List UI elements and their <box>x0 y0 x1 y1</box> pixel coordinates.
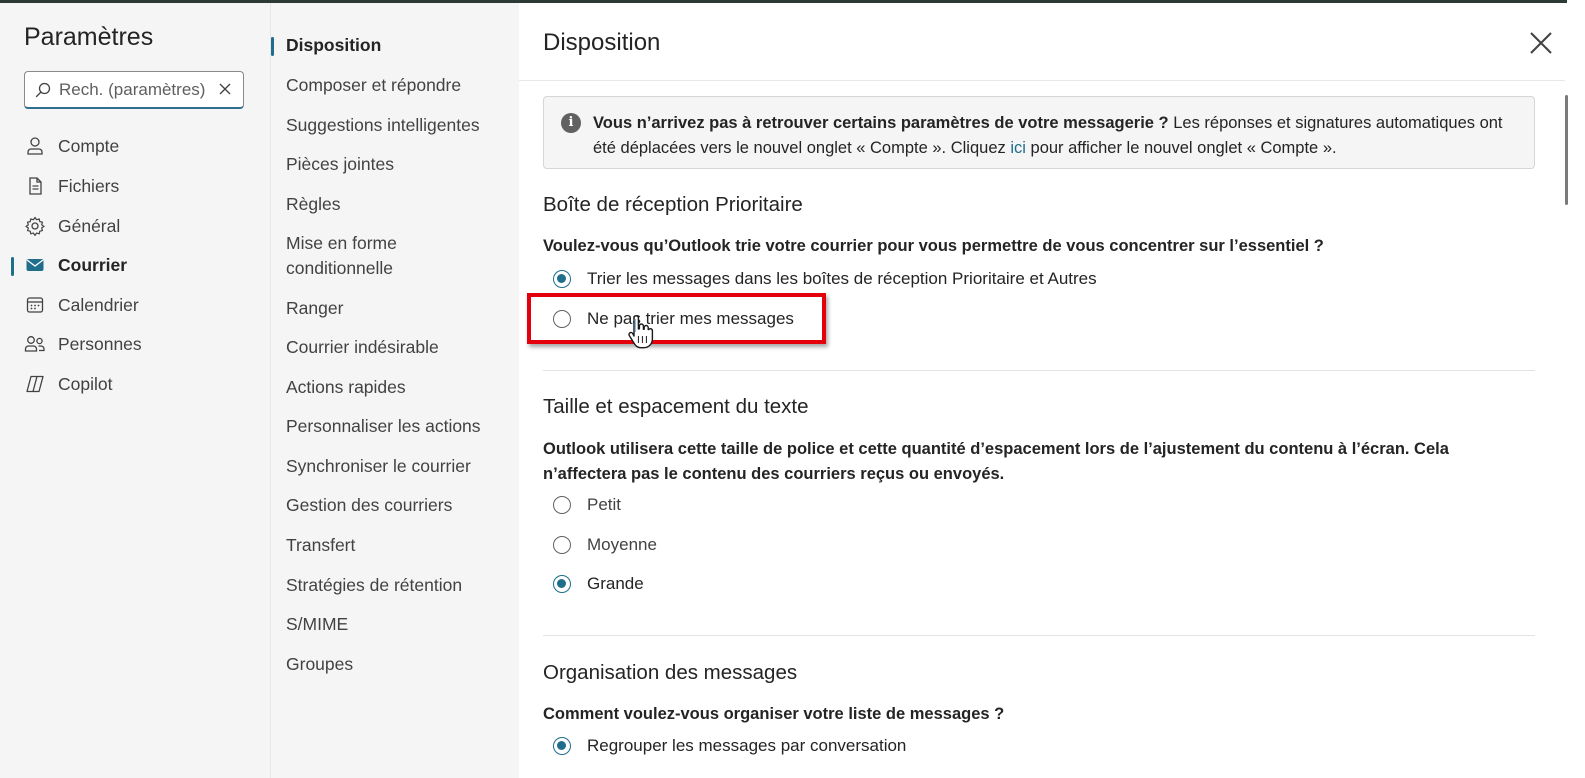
mail-icon <box>24 254 46 276</box>
section-divider <box>543 370 1535 371</box>
radio-label: Grande <box>587 574 644 593</box>
subnav-item-disposition[interactable]: Disposition <box>286 33 506 58</box>
search-input[interactable] <box>59 78 209 102</box>
section-question-textsize: Outlook utilisera cette taille de police… <box>543 440 1449 483</box>
nav-item-label: Général <box>58 215 121 236</box>
info-text: Vous n’arrivez pas à retrouver certains … <box>593 114 1503 157</box>
info-icon: i <box>561 113 581 133</box>
info-banner: i Vous n’arrivez pas à retrouver certain… <box>543 96 1535 169</box>
close-icon[interactable] <box>1527 29 1555 57</box>
nav-active-indicator <box>11 257 14 276</box>
document-icon <box>24 175 46 197</box>
nav-item-calendrier[interactable]: Calendrier <box>24 290 139 320</box>
radio-label: Petit <box>587 495 622 514</box>
gear-icon <box>24 215 46 237</box>
radio-label: Regrouper les messages par conversation <box>587 736 907 755</box>
subnav-item-pieces-jointes[interactable]: Pièces jointes <box>286 152 506 177</box>
nav-item-label: Calendrier <box>58 294 139 315</box>
nav-item-fichiers[interactable]: Fichiers <box>24 171 119 201</box>
settings-content: Disposition i Vous n’arrivez pas à retro… <box>519 3 1565 778</box>
settings-title: Paramètres <box>24 23 154 51</box>
subnav-active-indicator <box>271 37 274 56</box>
nav-item-label: Copilot <box>58 373 113 394</box>
subnav-item-regles[interactable]: Règles <box>286 192 506 217</box>
radio-button[interactable] <box>553 496 571 514</box>
people-icon <box>24 333 46 355</box>
subnav-item-actions-rapides[interactable]: Actions rapides <box>286 375 506 400</box>
nav-item-general[interactable]: Général <box>24 211 120 241</box>
nav-item-label: Fichiers <box>58 175 120 196</box>
section-title-focused: Boîte de réception Prioritaire <box>543 193 803 216</box>
radio-size-petit[interactable]: Petit <box>553 492 621 518</box>
radio-button[interactable] <box>553 575 571 593</box>
radio-size-moyenne[interactable]: Moyenne <box>553 532 657 558</box>
page-title: Disposition <box>543 29 661 56</box>
nav-item-label: Personnes <box>58 333 142 354</box>
nav-item-compte[interactable]: Compte <box>24 131 119 161</box>
radio-group-conversation[interactable]: Regrouper les messages par conversation <box>553 733 906 759</box>
subnav-item-personnaliser-actions[interactable]: Personnaliser les actions <box>286 414 506 439</box>
window-edge <box>1567 0 1585 778</box>
subnav-item-strategies-retention[interactable]: Stratégies de rétention <box>286 573 506 598</box>
info-link[interactable]: ici <box>1010 139 1026 157</box>
calendar-icon <box>24 294 46 316</box>
copilot-icon <box>24 373 46 395</box>
subnav-item-synchroniser[interactable]: Synchroniser le courrier <box>286 454 506 479</box>
nav-item-label: Courrier <box>58 254 128 275</box>
search-box[interactable] <box>24 71 244 109</box>
subnav-item-gestion-courriers[interactable]: Gestion des courriers <box>286 493 506 518</box>
section-title-textsize: Taille et espacement du texte <box>543 395 809 418</box>
scrollbar-thumb[interactable] <box>1565 95 1568 205</box>
section-title-organization: Organisation des messages <box>543 661 798 684</box>
settings-nav-pane: Paramètres Compte Fichiers Général <box>0 3 270 778</box>
subnav-item-suggestions[interactable]: Suggestions intelligentes <box>286 113 506 138</box>
nav-item-personnes[interactable]: Personnes <box>24 329 142 359</box>
radio-size-grande[interactable]: Grande <box>553 571 644 597</box>
search-icon <box>35 82 51 98</box>
section-question-organization: Comment voulez-vous organiser votre list… <box>543 705 1005 723</box>
clear-search-icon[interactable] <box>217 81 233 97</box>
radio-label: Trier les messages dans les boîtes de ré… <box>587 269 1097 288</box>
section-question-focused: Voulez-vous qu’Outlook trie votre courri… <box>543 237 1324 255</box>
subnav-item-composer[interactable]: Composer et répondre <box>286 73 506 98</box>
subnav-item-ranger[interactable]: Ranger <box>286 296 506 321</box>
radio-button[interactable] <box>553 536 571 554</box>
subnav-item-groupes[interactable]: Groupes <box>286 652 506 677</box>
radio-button[interactable] <box>553 270 571 288</box>
radio-button[interactable] <box>553 310 571 328</box>
radio-label: Ne pas trier mes messages <box>587 309 794 328</box>
person-icon <box>24 135 46 157</box>
radio-sort-focused[interactable]: Trier les messages dans les boîtes de ré… <box>553 266 1097 292</box>
subnav-item-transfert[interactable]: Transfert <box>286 533 506 558</box>
nav-item-copilot[interactable]: Copilot <box>24 369 112 399</box>
subnav-item-mise-en-forme[interactable]: Mise en forme conditionnelle <box>286 231 426 281</box>
mail-subnav-pane: Disposition Composer et répondre Suggest… <box>270 3 519 778</box>
radio-dont-sort[interactable]: Ne pas trier mes messages <box>553 306 794 332</box>
subnav-item-courrier-indesirable[interactable]: Courrier indésirable <box>286 335 506 360</box>
header-divider <box>519 80 1565 81</box>
nav-item-label: Compte <box>58 135 120 156</box>
subnav-item-smime[interactable]: S/MIME <box>286 612 506 637</box>
radio-button[interactable] <box>553 737 571 755</box>
section-divider <box>543 635 1535 636</box>
radio-label: Moyenne <box>587 535 657 554</box>
nav-item-courrier[interactable]: Courrier <box>24 250 127 280</box>
